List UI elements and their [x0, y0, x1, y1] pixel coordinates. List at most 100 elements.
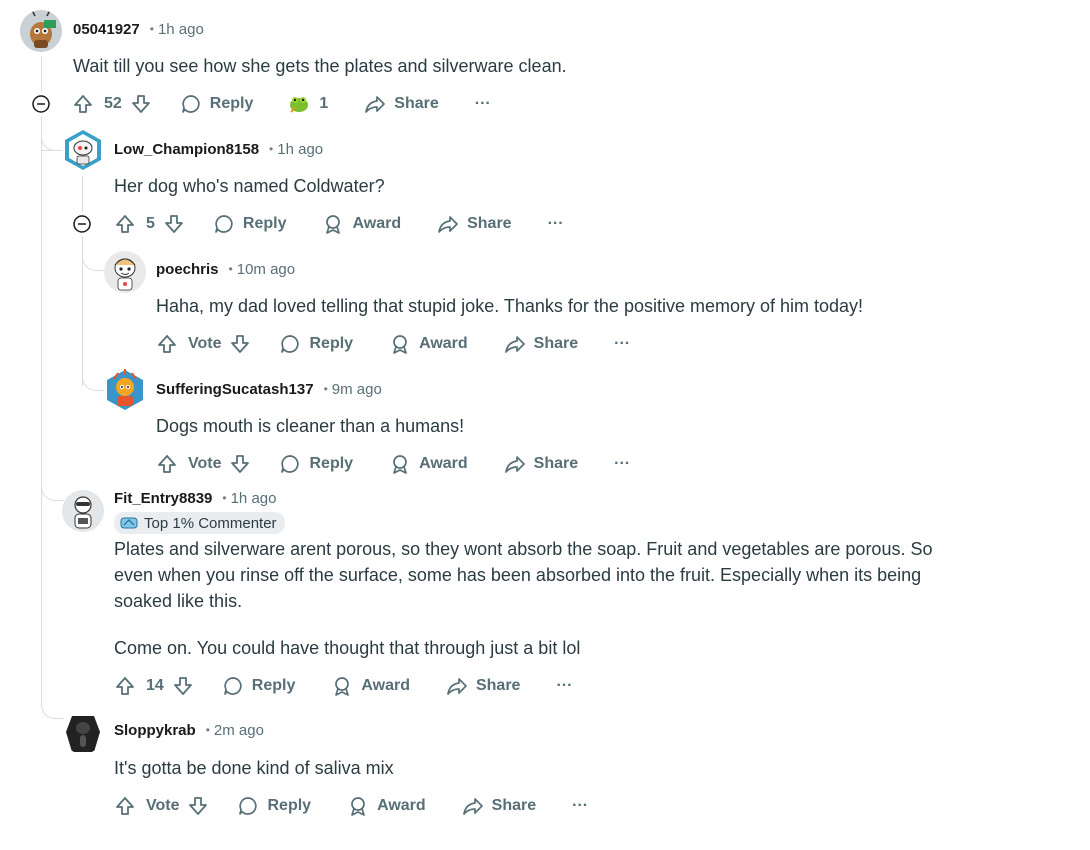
award-button[interactable]: Award — [389, 333, 468, 355]
share-button[interactable]: Share — [462, 795, 536, 817]
avatar[interactable] — [20, 10, 62, 52]
reply-button[interactable]: Reply — [222, 675, 296, 697]
avatar[interactable] — [62, 712, 104, 754]
comment-body-line: Come on. You could have thought that thr… — [114, 638, 581, 658]
arrow-down-icon — [131, 95, 150, 113]
reply-button[interactable]: Reply — [279, 453, 353, 475]
vote-count: 14 — [146, 677, 164, 694]
downvote-button[interactable] — [229, 333, 251, 355]
arrow-down-icon — [231, 335, 250, 353]
avatar[interactable] — [104, 251, 146, 293]
more-options-icon: ··· — [614, 455, 631, 472]
more-options-icon: ··· — [547, 215, 564, 232]
more-options-button[interactable]: ··· — [614, 455, 630, 473]
avatar[interactable] — [104, 369, 146, 411]
comment-actions: 52 Reply 1 Share ··· — [72, 92, 491, 116]
award-label: Award — [377, 797, 426, 814]
username[interactable]: SufferingSucatash137 — [156, 381, 314, 398]
reply-button[interactable]: Reply — [279, 333, 353, 355]
more-options-button[interactable]: ··· — [572, 797, 588, 815]
downvote-button[interactable] — [130, 93, 152, 115]
username[interactable]: Low_Champion8158 — [114, 141, 259, 158]
comment-body: Wait till you see how she gets the plate… — [73, 56, 567, 76]
avatar[interactable] — [62, 490, 104, 532]
share-arrow-icon — [365, 96, 386, 113]
separator-dot: • — [323, 382, 328, 396]
speech-bubble-icon — [181, 95, 200, 113]
vote-label: Vote — [188, 335, 222, 352]
reply-button[interactable]: Reply — [237, 795, 311, 817]
share-arrow-icon — [504, 456, 525, 473]
vote-count: 5 — [146, 215, 155, 232]
share-button[interactable]: Share — [504, 333, 578, 355]
collapse-thread-button[interactable] — [32, 95, 50, 113]
reply-label: Reply — [309, 335, 354, 352]
comment-meta: Sloppykrab • 2m ago — [114, 720, 264, 740]
award-button[interactable]: Award — [331, 675, 410, 697]
comment-actions: Vote Reply Award Share ··· — [156, 332, 630, 356]
upvote-button[interactable] — [156, 333, 178, 355]
award-count: 1 — [319, 95, 329, 112]
username[interactable]: Sloppykrab — [114, 722, 196, 739]
avatar-image — [66, 716, 100, 752]
more-options-button[interactable]: ··· — [614, 335, 630, 353]
separator-dot: • — [205, 723, 210, 737]
downvote-button[interactable] — [163, 213, 185, 235]
comment-meta: 05041927 • 1h ago — [73, 19, 204, 39]
award-button[interactable]: Award — [389, 453, 468, 475]
timestamp[interactable]: 10m ago — [237, 261, 295, 278]
collapse-thread-button[interactable] — [73, 215, 91, 233]
timestamp[interactable]: 9m ago — [332, 381, 382, 398]
comment-body: Dogs mouth is cleaner than a humans! — [156, 416, 465, 436]
comment-actions: 14 Reply Award Share ··· — [114, 674, 572, 698]
vote-label: Vote — [146, 797, 180, 814]
timestamp[interactable]: 2m ago — [214, 722, 264, 739]
minus-circle-icon — [73, 215, 91, 233]
speech-bubble-icon — [239, 797, 258, 815]
timestamp[interactable]: 1h ago — [277, 141, 323, 158]
avatar[interactable] — [62, 129, 104, 171]
upvote-button[interactable] — [114, 675, 136, 697]
username[interactable]: 05041927 — [73, 21, 140, 38]
share-label: Share — [491, 797, 537, 814]
minus-circle-icon — [32, 95, 50, 113]
upvote-button[interactable] — [72, 93, 94, 115]
username[interactable]: poechris — [156, 261, 219, 278]
downvote-button[interactable] — [172, 675, 194, 697]
award-ribbon-icon — [393, 455, 407, 474]
timestamp[interactable]: 1h ago — [158, 21, 204, 38]
arrow-down-icon — [231, 455, 250, 473]
upvote-button[interactable] — [156, 453, 178, 475]
avatar-image — [62, 490, 104, 532]
username[interactable]: Fit_Entry8839 — [114, 490, 212, 507]
more-options-button[interactable]: ··· — [548, 215, 564, 233]
share-button[interactable]: Share — [364, 93, 439, 115]
timestamp[interactable]: 1h ago — [231, 490, 277, 507]
separator-dot: • — [149, 22, 154, 36]
upvote-button[interactable] — [114, 213, 136, 235]
award-button[interactable]: 1 — [287, 92, 328, 116]
downvote-button[interactable] — [187, 795, 209, 817]
award-button[interactable]: Award — [347, 795, 426, 817]
upvote-button[interactable] — [114, 795, 136, 817]
more-options-icon: ··· — [572, 797, 589, 814]
separator-dot: • — [222, 491, 227, 505]
arrow-up-icon — [74, 95, 92, 113]
reply-label: Reply — [251, 677, 296, 694]
reply-button[interactable]: Reply — [213, 213, 286, 235]
comment-body-line: even when you rinse off the surface, som… — [114, 565, 922, 585]
speech-bubble-icon — [223, 677, 242, 695]
speech-bubble-icon — [281, 455, 300, 473]
share-button[interactable]: Share — [446, 675, 520, 697]
downvote-button[interactable] — [229, 453, 251, 475]
arrow-up-icon — [158, 455, 176, 473]
more-options-button[interactable]: ··· — [556, 677, 572, 695]
award-button[interactable]: Award — [322, 213, 401, 235]
reply-button[interactable]: Reply — [180, 93, 253, 115]
more-options-icon: ··· — [556, 677, 573, 694]
more-options-button[interactable]: ··· — [475, 95, 491, 113]
share-button[interactable]: Share — [504, 453, 578, 475]
comment-body: It's gotta be done kind of saliva mix — [114, 758, 394, 778]
award-label: Award — [419, 335, 468, 352]
share-button[interactable]: Share — [437, 213, 512, 235]
